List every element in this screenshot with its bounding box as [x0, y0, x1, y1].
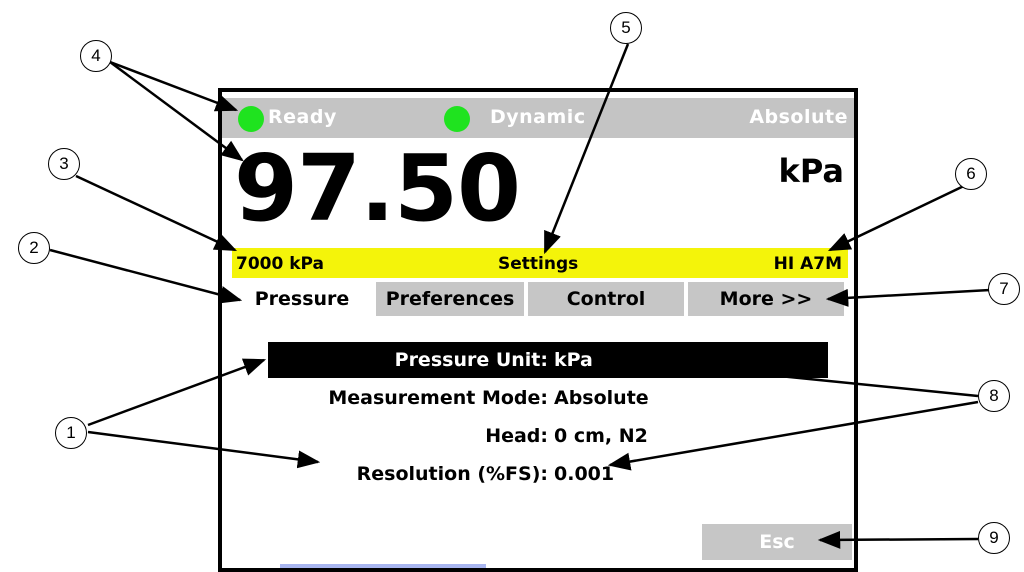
leader-1a: [87, 358, 267, 427]
callout-leaders: [49, 43, 991, 549]
callout-2: 2: [18, 232, 50, 264]
leader-6: [827, 182, 969, 252]
leader-7: [825, 288, 991, 307]
callout-6: 6: [955, 158, 987, 190]
callout-3: 3: [48, 148, 80, 180]
leader-9: [817, 530, 979, 549]
callout-4: 4: [80, 40, 112, 72]
callout-1: 1: [55, 417, 87, 449]
callout-9: 9: [978, 522, 1010, 554]
callout-5: 5: [610, 12, 642, 44]
callout-8: 8: [978, 380, 1010, 412]
leader-4a: [109, 60, 239, 112]
leader-4b: [109, 60, 244, 162]
leader-5: [543, 43, 630, 255]
leader-8b: [607, 400, 979, 471]
leader-3: [75, 174, 238, 252]
leader-1b: [87, 430, 321, 469]
callout-7: 7: [988, 273, 1020, 305]
leader-8a: [597, 351, 979, 398]
leader-2: [49, 248, 243, 304]
